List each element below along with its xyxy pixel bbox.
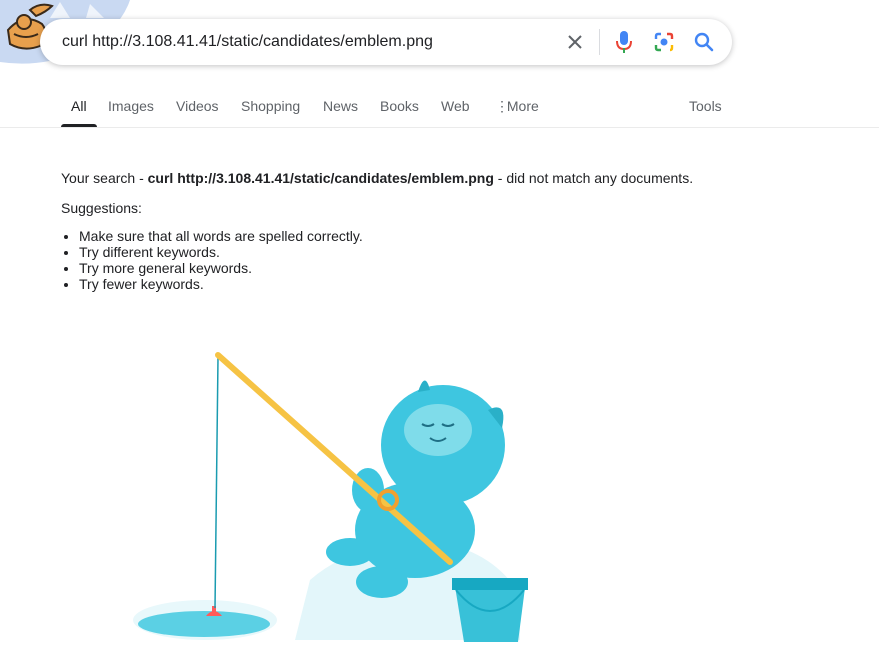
suggestion-item: Try more general keywords. [79,260,821,276]
suggestions-label: Suggestions: [61,200,142,216]
suggestion-item: Try different keywords. [79,244,821,260]
search-divider [599,29,600,55]
result-suffix: - did not match any documents. [493,170,694,186]
no-results-text: Your search - curl http://3.108.41.41/st… [61,168,821,188]
search-icon[interactable] [692,30,716,54]
tab-web[interactable]: Web [441,86,470,127]
search-box[interactable]: curl http://3.108.41.41/static/candidate… [40,19,732,65]
tab-news[interactable]: News [323,86,358,127]
tab-images[interactable]: Images [108,86,154,127]
tab-shopping[interactable]: Shopping [241,86,300,127]
suggestion-item: Make sure that all words are spelled cor… [79,228,821,244]
close-icon[interactable] [563,30,587,54]
tab-more-label: More [506,98,539,114]
tab-more[interactable]: ⋮ More [495,86,539,127]
search-input[interactable]: curl http://3.108.41.41/static/candidate… [62,19,433,65]
tab-all[interactable]: All [61,86,96,127]
camera-lens-icon[interactable] [652,30,676,54]
fishing-yeti-illustration [133,352,528,642]
no-results-message: Your search - curl http://3.108.41.41/st… [61,168,821,292]
search-tabs: All Images Videos Shopping News Books We… [0,86,879,128]
tools-button[interactable]: Tools [689,86,722,127]
microphone-icon[interactable] [612,30,636,54]
suggestions-list: Make sure that all words are spelled cor… [61,228,821,292]
vertical-dots-icon: ⋮ [495,98,509,114]
tab-videos[interactable]: Videos [176,86,219,127]
result-query: curl http://3.108.41.41/static/candidate… [147,170,494,186]
tab-books[interactable]: Books [380,86,419,127]
suggestion-item: Try fewer keywords. [79,276,821,292]
result-prefix: Your search - [61,170,148,186]
